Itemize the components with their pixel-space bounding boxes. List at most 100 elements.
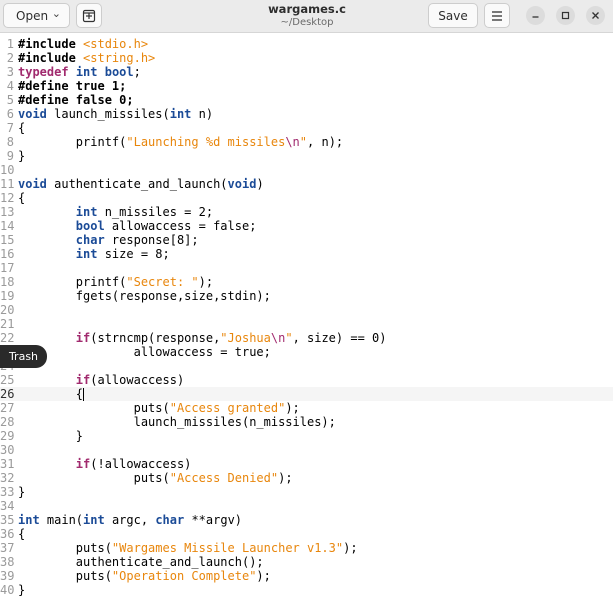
code-token: launch_missiles(n_missiles);: [18, 415, 336, 429]
code-line[interactable]: 23 allowaccess = true;: [0, 345, 613, 359]
line-number: 11: [0, 177, 15, 191]
line-number: 37: [0, 541, 15, 555]
code-line[interactable]: 20: [0, 303, 613, 317]
code-line[interactable]: 12{: [0, 191, 613, 205]
code-line[interactable]: 28 launch_missiles(n_missiles);: [0, 415, 613, 429]
code-token: void: [227, 177, 257, 191]
code-line[interactable]: 21: [0, 317, 613, 331]
code-token: "Access granted": [169, 401, 286, 415]
code-token: );: [256, 569, 271, 583]
line-number: 36: [0, 527, 15, 541]
line-number: 29: [0, 429, 15, 443]
code-token: "Joshua: [220, 331, 271, 345]
code-line[interactable]: 27 puts("Access granted");: [0, 401, 613, 415]
code-token: "Wargames Missile Launcher v1.3": [111, 541, 344, 555]
code-token: if: [75, 373, 91, 387]
code-token: );: [198, 275, 214, 289]
code-token: n_missiles = 2;: [97, 205, 214, 219]
code-token: int: [18, 513, 40, 527]
code-token: puts(: [18, 471, 170, 485]
code-line[interactable]: 32 puts("Access Denied");: [0, 471, 613, 485]
new-tab-button[interactable]: [76, 3, 102, 28]
minimize-button[interactable]: [526, 6, 545, 25]
code-token: ": [285, 331, 293, 345]
line-number: 17: [0, 261, 15, 275]
code-line[interactable]: 24: [0, 359, 613, 373]
code-text: authenticate_and_launch();: [18, 555, 264, 569]
code-line[interactable]: 22 if(strncmp(response,"Joshua\n", size)…: [0, 331, 613, 345]
code-line[interactable]: 17: [0, 261, 613, 275]
code-line[interactable]: 10: [0, 163, 613, 177]
code-text: puts("Access Denied");: [18, 471, 293, 485]
code-line[interactable]: 39 puts("Operation Complete");: [0, 569, 613, 583]
code-token: int: [169, 107, 192, 121]
code-line[interactable]: 1 #include <stdio.h>: [0, 37, 613, 51]
code-line[interactable]: 16 int size = 8;: [0, 247, 613, 261]
code-text: puts("Operation Complete");: [18, 569, 271, 583]
close-button[interactable]: [586, 6, 605, 25]
code-token: );: [343, 541, 358, 555]
code-line[interactable]: 25 if(allowaccess): [0, 373, 613, 387]
code-line[interactable]: 2 #include <string.h>: [0, 51, 613, 65]
code-token: {: [18, 387, 84, 401]
code-line[interactable]: 36{: [0, 527, 613, 541]
code-line[interactable]: 34: [0, 499, 613, 513]
code-line[interactable]: 5 #define false 0;: [0, 93, 613, 107]
open-button[interactable]: Open ⌄: [3, 3, 70, 28]
new-tab-icon: [82, 9, 96, 22]
code-token: (!allowaccess): [90, 457, 192, 471]
code-token: bool: [75, 219, 105, 233]
code-token: }: [18, 429, 84, 443]
code-line[interactable]: 18 printf("Secret: ");: [0, 275, 613, 289]
code-token: typedef: [18, 65, 69, 79]
code-token: allowaccess = false;: [104, 219, 257, 233]
code-text: #define true 1;: [18, 79, 126, 93]
line-number: 39: [0, 569, 15, 583]
code-text: int size = 8;: [18, 247, 170, 261]
code-token: ": [299, 135, 308, 149]
minimize-icon: [532, 16, 539, 18]
code-line[interactable]: 3 typedef int bool;: [0, 65, 613, 79]
code-line[interactable]: 9}: [0, 149, 613, 163]
code-editor[interactable]: 1 #include <stdio.h> 2 #include <string.h> 3…: [0, 34, 613, 596]
code-line[interactable]: 37 puts("Wargames Missile Launcher v1.3"…: [0, 541, 613, 555]
code-line[interactable]: 8 printf("Launching %d missiles\n", n);: [0, 135, 613, 149]
code-token: #include: [18, 51, 84, 65]
code-line[interactable]: 35 int main(int argc, char **argv): [0, 513, 613, 527]
line-number: 16: [0, 247, 15, 261]
code-line[interactable]: 26 {: [0, 387, 613, 401]
code-line[interactable]: 29 }: [0, 429, 613, 443]
code-line[interactable]: 30: [0, 443, 613, 457]
code-line[interactable]: 33}: [0, 485, 613, 499]
text-cursor: [83, 388, 85, 401]
code-line[interactable]: 11 void authenticate_and_launch(void): [0, 177, 613, 191]
code-token: }: [18, 149, 26, 163]
code-line[interactable]: 13 int n_missiles = 2;: [0, 205, 613, 219]
line-number: 21: [0, 317, 15, 331]
code-line[interactable]: 14 bool allowaccess = false;: [0, 219, 613, 233]
maximize-button[interactable]: [556, 6, 575, 25]
code-line[interactable]: 6 void launch_missiles(int n): [0, 107, 613, 121]
code-line[interactable]: 31 if(!allowaccess): [0, 457, 613, 471]
code-line[interactable]: 7{: [0, 121, 613, 135]
line-number: 26: [0, 387, 15, 401]
code-line[interactable]: 15 char response[8];: [0, 233, 613, 247]
code-token: size = 8;: [97, 247, 170, 261]
trash-tooltip: Trash: [0, 345, 47, 368]
code-token: printf(: [18, 135, 127, 149]
line-number: 7: [6, 121, 14, 135]
code-line[interactable]: 4 #define true 1;: [0, 79, 613, 93]
save-button[interactable]: Save: [428, 3, 478, 28]
code-line[interactable]: 19 fgets(response,size,stdin);: [0, 289, 613, 303]
code-text: #define false 0;: [18, 93, 134, 107]
line-number: 9: [6, 149, 14, 163]
main-menu-button[interactable]: [484, 3, 510, 28]
hamburger-menu-icon: [492, 10, 502, 21]
code-line[interactable]: 40}: [0, 583, 613, 596]
code-token: int: [83, 513, 105, 527]
code-token: authenticate_and_launch(: [46, 177, 228, 191]
code-line[interactable]: 38 authenticate_and_launch();: [0, 555, 613, 569]
